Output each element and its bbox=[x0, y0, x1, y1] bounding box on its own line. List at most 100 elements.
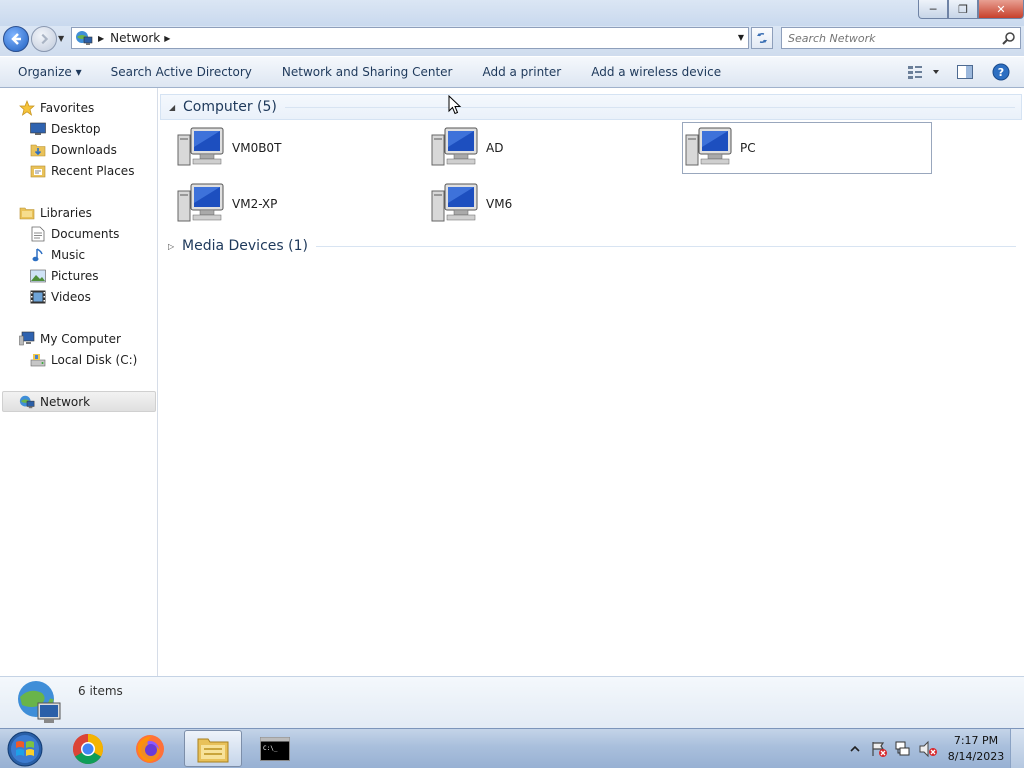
nav-pictures-label: Pictures bbox=[51, 268, 99, 283]
network-computer-icon bbox=[431, 127, 478, 166]
window-controls: ─ ❐ ✕ bbox=[918, 0, 1024, 19]
forward-arrow-icon bbox=[41, 33, 49, 45]
nav-favorites-label: Favorites bbox=[40, 100, 95, 115]
group-divider bbox=[284, 106, 1015, 108]
view-options-button[interactable] bbox=[902, 61, 946, 83]
address-row: ▼ ▶ Network ▶ ▼ bbox=[0, 26, 1024, 56]
computer-name: AD bbox=[486, 141, 504, 155]
nav-videos[interactable]: Videos bbox=[30, 286, 91, 307]
command-bar: Organize ▾ Search Active Directory Netwo… bbox=[0, 56, 1024, 88]
address-history-dropdown-icon[interactable]: ▼ bbox=[738, 33, 744, 42]
mouse-cursor-icon bbox=[448, 95, 462, 115]
firefox-icon bbox=[136, 734, 164, 763]
add-printer-button[interactable]: Add a printer bbox=[467, 65, 576, 79]
refresh-button[interactable] bbox=[751, 27, 773, 49]
group-divider bbox=[315, 245, 1016, 247]
nav-network[interactable]: Network bbox=[2, 391, 156, 412]
nav-desktop-label: Desktop bbox=[51, 121, 101, 136]
chrome-icon bbox=[72, 733, 104, 764]
videos-film-icon bbox=[30, 289, 46, 305]
taskbar: C:\_ 7:17 PM 8/14/2023 bbox=[0, 728, 1024, 768]
nav-my-computer[interactable]: My Computer bbox=[19, 328, 121, 349]
taskbar-command-prompt[interactable]: C:\_ bbox=[246, 730, 304, 767]
action-center-icon[interactable] bbox=[870, 740, 888, 758]
close-button[interactable]: ✕ bbox=[978, 0, 1024, 19]
network-status-icon[interactable] bbox=[894, 740, 912, 758]
recent-pages-dropdown-icon[interactable]: ▼ bbox=[58, 34, 64, 43]
nav-documents[interactable]: Documents bbox=[30, 223, 119, 244]
nav-desktop[interactable]: Desktop bbox=[30, 118, 101, 139]
libraries-icon bbox=[19, 205, 35, 221]
expand-triangle-icon[interactable]: ▷ bbox=[168, 242, 180, 251]
nav-documents-label: Documents bbox=[51, 226, 120, 241]
restore-button[interactable]: ❐ bbox=[948, 0, 978, 19]
address-bar[interactable]: ▶ Network ▶ ▼ bbox=[71, 27, 749, 49]
start-button[interactable] bbox=[5, 730, 47, 768]
nav-my-computer-label: My Computer bbox=[40, 331, 121, 346]
file-view: ◢ Computer (5) VM0B0T AD PC VM2-XP VM6 ▷… bbox=[159, 88, 1024, 676]
help-button[interactable]: ? bbox=[986, 61, 1016, 83]
volume-muted-icon[interactable] bbox=[918, 740, 938, 758]
preview-pane-icon bbox=[957, 65, 973, 79]
search-input[interactable] bbox=[788, 31, 998, 45]
clock[interactable]: 7:17 PM 8/14/2023 bbox=[942, 733, 1010, 765]
computer-item-vm0b0t[interactable]: VM0B0T bbox=[161, 122, 411, 174]
desktop-icon bbox=[30, 121, 46, 137]
group-title-computer: Computer (5) bbox=[183, 99, 277, 115]
nav-music[interactable]: Music bbox=[30, 244, 85, 265]
computer-name: VM6 bbox=[486, 197, 513, 211]
nav-recent-places[interactable]: Recent Places bbox=[30, 160, 134, 181]
breadcrumb-chevron-icon[interactable]: ▶ bbox=[164, 34, 170, 43]
group-header-media-devices[interactable]: ▷ Media Devices (1) bbox=[160, 233, 1022, 259]
nav-music-label: Music bbox=[51, 247, 86, 262]
collapse-triangle-icon[interactable]: ◢ bbox=[169, 103, 181, 112]
show-desktop-button[interactable] bbox=[1010, 729, 1024, 768]
downloads-folder-icon bbox=[30, 142, 46, 158]
computer-item-vm2-xp[interactable]: VM2-XP bbox=[161, 178, 411, 230]
computer-item-vm6[interactable]: VM6 bbox=[415, 178, 665, 230]
nav-libraries-label: Libraries bbox=[40, 205, 92, 220]
navigation-pane: Favorites Desktop Downloads Recent Place… bbox=[0, 88, 158, 676]
nav-downloads[interactable]: Downloads bbox=[30, 139, 117, 160]
nav-network-label: Network bbox=[40, 394, 91, 409]
toolbar-right-group: ? bbox=[902, 57, 1024, 87]
show-hidden-icons-icon[interactable] bbox=[848, 744, 862, 754]
computer-item-pc[interactable]: PC bbox=[682, 122, 932, 174]
taskbar-explorer[interactable] bbox=[184, 730, 242, 767]
breadcrumb-separator-icon[interactable]: ▶ bbox=[98, 34, 104, 43]
computer-name: VM0B0T bbox=[232, 141, 282, 155]
network-computer-icon bbox=[177, 127, 224, 166]
documents-icon bbox=[30, 226, 46, 242]
back-button[interactable] bbox=[3, 26, 29, 52]
minimize-button[interactable]: ─ bbox=[918, 0, 948, 19]
search-box[interactable] bbox=[781, 27, 1021, 49]
network-sharing-center-button[interactable]: Network and Sharing Center bbox=[267, 65, 468, 79]
taskbar-chrome[interactable] bbox=[59, 730, 117, 767]
taskbar-firefox[interactable] bbox=[121, 730, 179, 767]
group-header-computer[interactable]: ◢ Computer (5) bbox=[160, 94, 1022, 120]
breadcrumb-network[interactable]: Network bbox=[110, 31, 160, 45]
nav-local-disk[interactable]: Local Disk (C:) bbox=[30, 349, 137, 370]
windows-logo-icon bbox=[7, 731, 43, 767]
organize-button[interactable]: Organize ▾ bbox=[0, 65, 96, 79]
forward-button[interactable] bbox=[31, 26, 57, 52]
group-title-media: Media Devices (1) bbox=[182, 238, 308, 254]
computer-name: VM2-XP bbox=[232, 197, 278, 211]
nav-pictures[interactable]: Pictures bbox=[30, 265, 99, 286]
network-globe-large-icon bbox=[18, 681, 61, 723]
nav-favorites[interactable]: Favorites bbox=[19, 97, 94, 118]
search-icon[interactable] bbox=[1002, 31, 1016, 45]
svg-text:C:\_: C:\_ bbox=[263, 745, 278, 752]
add-wireless-device-button[interactable]: Add a wireless device bbox=[576, 65, 736, 79]
hard-disk-icon bbox=[30, 352, 46, 368]
refresh-icon bbox=[757, 33, 767, 43]
nav-libraries[interactable]: Libraries bbox=[19, 202, 92, 223]
star-icon bbox=[19, 99, 35, 116]
pictures-icon bbox=[30, 268, 46, 284]
network-computer-icon bbox=[431, 183, 478, 222]
clock-date: 8/14/2023 bbox=[947, 750, 1005, 763]
clock-time: 7:17 PM bbox=[953, 734, 999, 747]
preview-pane-button[interactable] bbox=[950, 61, 980, 83]
computer-item-ad[interactable]: AD bbox=[415, 122, 665, 174]
search-active-directory-button[interactable]: Search Active Directory bbox=[96, 65, 267, 79]
